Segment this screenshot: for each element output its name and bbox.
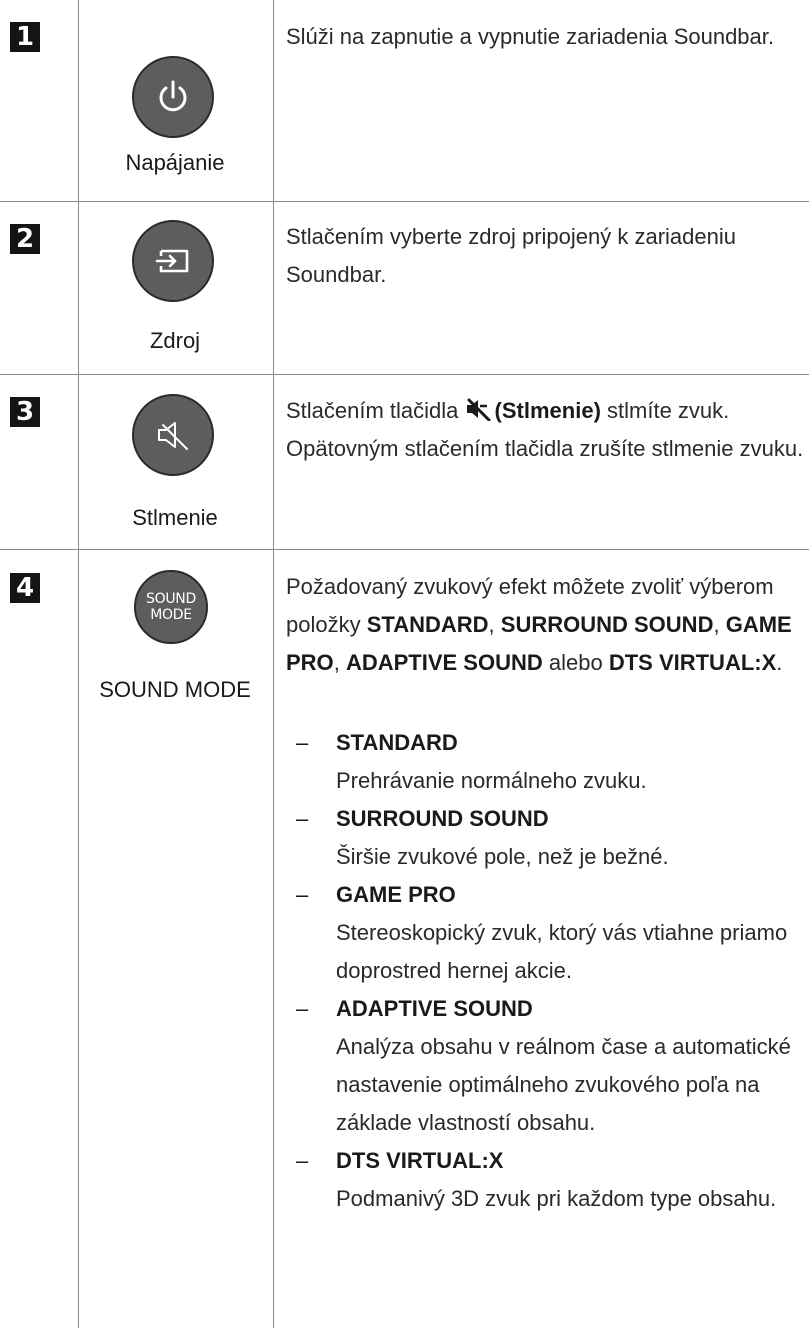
mode-description: Širšie zvukové pole, než je bežné.	[336, 844, 669, 869]
list-dash: –	[296, 882, 309, 907]
source-icon	[155, 249, 189, 273]
mute-button	[132, 394, 214, 476]
power-button	[132, 56, 214, 138]
row-description: Stlačením vyberte zdroj pripojený k zari…	[286, 224, 737, 287]
row-number-badge: 3	[10, 397, 40, 427]
list-dash: –	[296, 1148, 309, 1173]
list-item: – ADAPTIVE SOUND Analýza obsahu v reálno…	[286, 990, 804, 1142]
mode-name: SURROUND SOUND	[336, 806, 549, 831]
mode-name: GAME PRO	[336, 882, 456, 907]
sound-mode-button: SOUND MODE	[134, 570, 208, 644]
mute-icon	[466, 398, 491, 421]
list-item: – GAME PRO Stereoskopický zvuk, ktorý vá…	[286, 876, 804, 990]
row-number-badge: 2	[10, 224, 40, 254]
mode-description: Podmanivý 3D zvuk pri každom type obsahu…	[336, 1186, 777, 1211]
row-description-intro: Požadovaný zvukový efekt môžete zvoliť v…	[286, 574, 792, 675]
list-item: – STANDARD Prehrávanie normálneho zvuku.	[286, 724, 804, 800]
row-divider	[0, 549, 809, 550]
list-item: – SURROUND SOUND Širšie zvukové pole, ne…	[286, 800, 804, 876]
button-label: Napájanie	[125, 150, 225, 175]
column-divider-right	[273, 0, 274, 1328]
button-label: SOUND MODE	[99, 677, 251, 702]
list-dash: –	[296, 730, 309, 755]
mode-description: Analýza obsahu v reálnom čase a automati…	[336, 1034, 791, 1135]
mode-description: Stereoskopický zvuk, ktorý vás vtiahne p…	[336, 920, 788, 983]
sound-mode-list: – STANDARD Prehrávanie normálneho zvuku.…	[286, 724, 804, 1218]
row-number-badge: 4	[10, 573, 40, 603]
mode-name: DTS VIRTUAL:X	[336, 1148, 504, 1173]
button-label: Zdroj	[149, 328, 201, 353]
source-button	[132, 220, 214, 302]
mode-name: ADAPTIVE SOUND	[336, 996, 533, 1021]
row-divider	[0, 201, 809, 202]
row-number-badge: 1	[10, 22, 40, 52]
column-divider-left	[78, 0, 79, 1328]
row-description: Slúži na zapnutie a vypnutie zariadenia …	[286, 24, 775, 49]
list-dash: –	[296, 806, 309, 831]
row-description: Stlačením tlačidla (Stlmenie) stlmíte zv…	[286, 398, 804, 461]
list-item: – DTS VIRTUAL:X Podmanivý 3D zvuk pri ka…	[286, 1142, 804, 1218]
row-divider	[0, 374, 809, 375]
mode-description: Prehrávanie normálneho zvuku.	[336, 768, 647, 793]
list-dash: –	[296, 996, 309, 1021]
button-label: Stlmenie	[132, 505, 218, 530]
power-icon	[159, 80, 187, 112]
mode-name: STANDARD	[336, 730, 458, 755]
mute-icon	[158, 422, 188, 450]
sound-mode-button-text: SOUND MODE	[146, 591, 196, 623]
